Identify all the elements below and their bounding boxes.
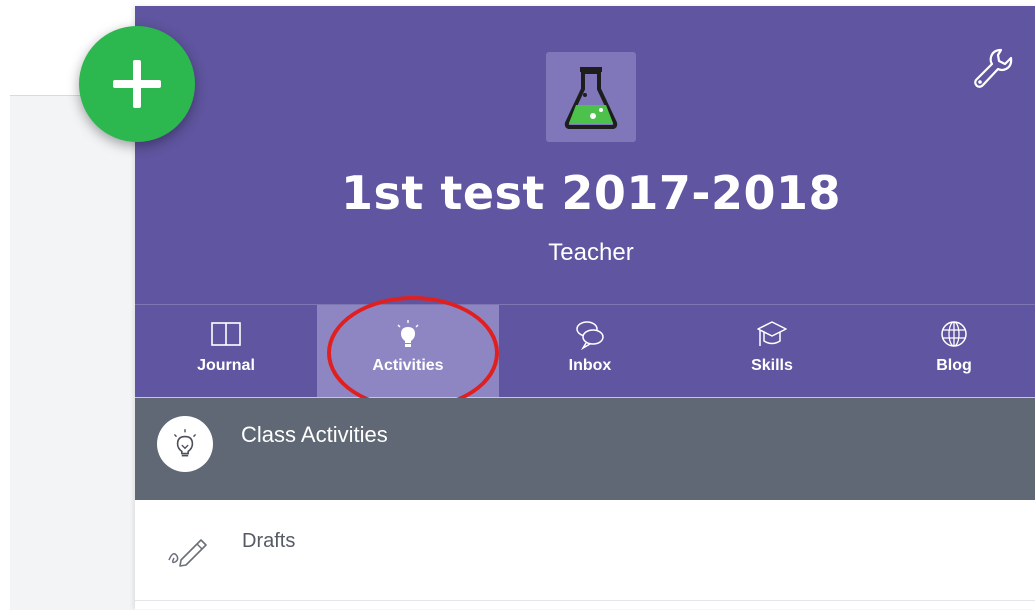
- class-icon-tile: [546, 52, 636, 142]
- list-item-drafts[interactable]: Drafts: [135, 500, 1035, 601]
- tab-bar: Journal Activities Inbox Skills Blog: [135, 304, 1035, 399]
- tab-label: Activities: [372, 357, 444, 374]
- pencil-icon: [168, 539, 207, 567]
- section-icon-circle: [157, 416, 213, 472]
- graduation-cap-icon: [757, 321, 787, 346]
- tab-label: Blog: [936, 357, 972, 374]
- left-pane-content: [10, 95, 135, 610]
- tab-label: Inbox: [568, 357, 612, 374]
- class-title: 1st test 2017-2018: [340, 166, 842, 220]
- tab-inbox[interactable]: Inbox: [499, 305, 681, 397]
- user-role: Teacher: [548, 239, 634, 266]
- section-header: Class Activities: [135, 398, 1035, 500]
- globe-icon: [941, 321, 967, 347]
- lightbulb-icon: [397, 320, 419, 347]
- plus-icon: [113, 60, 161, 108]
- class-header: 1st test 2017-2018 Teacher: [135, 6, 1035, 304]
- wrench-icon[interactable]: [971, 46, 1015, 90]
- tab-blog[interactable]: Blog: [863, 305, 1035, 397]
- tab-journal[interactable]: Journal: [135, 305, 317, 397]
- book-icon: [211, 322, 241, 346]
- tab-skills[interactable]: Skills: [681, 305, 863, 397]
- class-panel: 1st test 2017-2018 Teacher Journal Activ…: [135, 6, 1035, 609]
- chat-bubbles-icon: [576, 321, 604, 351]
- section-title: Class Activities: [241, 422, 388, 447]
- add-button[interactable]: [79, 26, 195, 142]
- list-item-label: Drafts: [242, 530, 296, 552]
- lightbulb-icon: [173, 429, 197, 457]
- tab-label: Skills: [751, 357, 793, 374]
- tab-activities[interactable]: Activities: [317, 305, 499, 397]
- tab-label: Journal: [197, 357, 255, 374]
- flask-icon: [564, 67, 618, 129]
